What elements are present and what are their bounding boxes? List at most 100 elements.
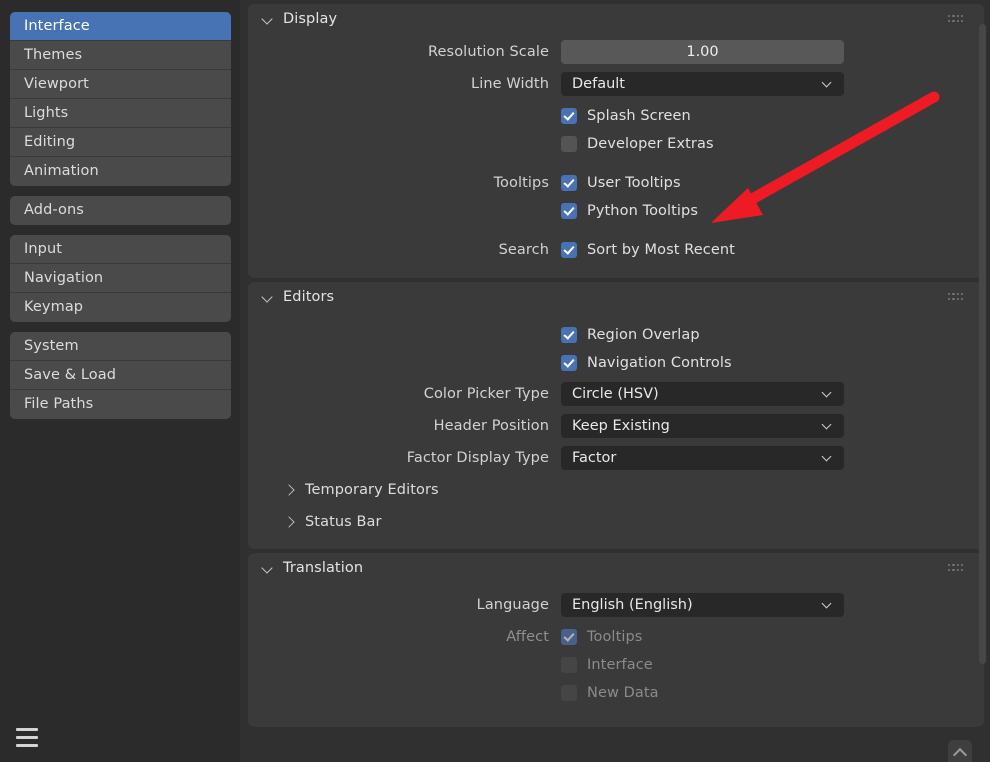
chevron-right-icon <box>284 484 296 496</box>
row-language: Language English (English) <box>248 591 984 618</box>
sort-by-most-recent-label: Sort by Most Recent <box>587 241 735 258</box>
label-color-picker-type: Color Picker Type <box>423 385 549 402</box>
region-overlap-label: Region Overlap <box>587 326 700 343</box>
developer-extras-label: Developer Extras <box>587 135 714 152</box>
chevron-down-icon <box>823 600 832 609</box>
row-affect-interface: Interface <box>248 651 984 678</box>
chevron-down-icon <box>823 389 832 398</box>
sidebar-item-add-ons[interactable]: Add-ons <box>10 196 231 225</box>
subpanel-status-bar[interactable]: Status Bar <box>248 509 984 535</box>
label-header-position: Header Position <box>433 417 549 434</box>
panel-translation-header[interactable]: Translation <box>248 553 984 583</box>
panel-translation-drag-grip-icon[interactable] <box>948 564 964 573</box>
row-affect-new-data: New Data <box>248 679 984 706</box>
chevron-down-icon <box>823 79 832 88</box>
hamburger-menu-icon[interactable] <box>14 723 40 751</box>
affect-interface-label: Interface <box>587 656 653 673</box>
color-picker-type-dropdown[interactable]: Circle (HSV) <box>561 381 844 406</box>
panel-display-title: Display <box>283 11 338 27</box>
hamburger-bar <box>16 743 38 747</box>
resolution-scale-value: 1.00 <box>686 43 719 60</box>
subpanel-temporary-editors[interactable]: Temporary Editors <box>248 477 984 503</box>
sidebar-item-viewport[interactable]: Viewport <box>10 70 231 99</box>
line-width-dropdown[interactable]: Default <box>561 71 844 96</box>
sidebar-item-file-paths[interactable]: File Paths <box>10 390 231 419</box>
factor-display-type-value: Factor <box>572 449 617 466</box>
panel-editors: Editors Region Overlap Navigation Contro… <box>248 282 984 549</box>
affect-tooltips-checkbox[interactable]: Tooltips <box>561 628 643 645</box>
scrollbar-thumb[interactable] <box>979 24 986 664</box>
nav-group-addons: Add-ons <box>10 196 231 225</box>
nav-group-system: System Save & Load File Paths <box>10 332 231 419</box>
chevron-down-icon <box>823 421 832 430</box>
chevron-down-icon <box>262 562 274 574</box>
user-tooltips-checkbox[interactable]: User Tooltips <box>561 174 681 191</box>
label-tooltips: Tooltips <box>493 174 549 191</box>
sort-by-most-recent-checkbox[interactable]: Sort by Most Recent <box>561 241 735 258</box>
label-line-width: Line Width <box>471 75 549 92</box>
row-sort-by-most-recent: Search Sort by Most Recent <box>248 236 984 263</box>
row-line-width: Line Width Default <box>248 70 984 97</box>
preferences-sidebar: Interface Themes Viewport Lights Editing… <box>0 0 240 762</box>
resolution-scale-slider[interactable]: 1.00 <box>561 39 844 64</box>
header-position-value: Keep Existing <box>572 417 670 434</box>
vertical-scrollbar[interactable] <box>976 4 988 758</box>
checkbox-checked-icon <box>561 107 577 124</box>
label-resolution-scale: Resolution Scale <box>428 43 549 60</box>
panel-editors-header[interactable]: Editors <box>248 282 984 312</box>
panel-display-header[interactable]: Display <box>248 4 984 34</box>
sidebar-item-save-and-load[interactable]: Save & Load <box>10 361 231 390</box>
sidebar-item-lights[interactable]: Lights <box>10 99 231 128</box>
chevron-down-icon <box>823 453 832 462</box>
region-overlap-checkbox[interactable]: Region Overlap <box>561 326 700 343</box>
sidebar-item-interface[interactable]: Interface <box>10 12 231 41</box>
checkbox-checked-icon <box>561 202 577 219</box>
splash-screen-label: Splash Screen <box>587 107 691 124</box>
sidebar-item-keymap[interactable]: Keymap <box>10 293 231 322</box>
splash-screen-checkbox[interactable]: Splash Screen <box>561 107 691 124</box>
row-region-overlap: Region Overlap <box>248 321 984 348</box>
sidebar-item-animation[interactable]: Animation <box>10 157 231 186</box>
status-bar-label: Status Bar <box>305 514 382 530</box>
label-search: Search <box>498 241 549 258</box>
label-affect: Affect <box>506 628 549 645</box>
python-tooltips-checkbox[interactable]: Python Tooltips <box>561 202 698 219</box>
navigation-controls-label: Navigation Controls <box>587 354 732 371</box>
navigation-controls-checkbox[interactable]: Navigation Controls <box>561 354 732 371</box>
temporary-editors-label: Temporary Editors <box>305 482 439 498</box>
factor-display-type-dropdown[interactable]: Factor <box>561 445 844 470</box>
row-header-position: Header Position Keep Existing <box>248 412 984 439</box>
scroll-up-icon[interactable] <box>948 740 972 762</box>
row-python-tooltips: Python Tooltips <box>248 197 984 224</box>
affect-interface-checkbox[interactable]: Interface <box>561 656 653 673</box>
label-language: Language <box>476 596 549 613</box>
hamburger-bar <box>16 727 38 731</box>
user-tooltips-label: User Tooltips <box>587 174 681 191</box>
checkbox-checked-disabled-icon <box>561 628 577 645</box>
language-dropdown[interactable]: English (English) <box>561 592 844 617</box>
panel-translation-title: Translation <box>283 560 364 576</box>
sidebar-item-themes[interactable]: Themes <box>10 41 231 70</box>
row-navigation-controls: Navigation Controls <box>248 349 984 376</box>
panel-editors-drag-grip-icon[interactable] <box>948 293 964 302</box>
sidebar-item-navigation[interactable]: Navigation <box>10 264 231 293</box>
checkbox-checked-icon <box>561 241 577 258</box>
checkbox-unchecked-disabled-icon <box>561 656 577 673</box>
panel-display-drag-grip-icon[interactable] <box>948 15 964 24</box>
developer-extras-checkbox[interactable]: Developer Extras <box>561 135 714 152</box>
chevron-right-icon <box>284 516 296 528</box>
affect-tooltips-label: Tooltips <box>587 628 643 645</box>
sidebar-item-system[interactable]: System <box>10 332 231 361</box>
checkbox-unchecked-icon <box>561 135 577 152</box>
sidebar-item-input[interactable]: Input <box>10 235 231 264</box>
row-user-tooltips: Tooltips User Tooltips <box>248 169 984 196</box>
checkbox-checked-icon <box>561 174 577 191</box>
sidebar-item-editing[interactable]: Editing <box>10 128 231 157</box>
nav-group-input: Input Navigation Keymap <box>10 235 231 322</box>
preferences-content: Display Resolution Scale 1.00 Line Width… <box>240 0 990 762</box>
preferences-window: Interface Themes Viewport Lights Editing… <box>0 0 990 762</box>
hamburger-bar <box>16 735 38 739</box>
chevron-down-icon <box>262 13 274 25</box>
affect-new-data-checkbox[interactable]: New Data <box>561 684 659 701</box>
header-position-dropdown[interactable]: Keep Existing <box>561 413 844 438</box>
